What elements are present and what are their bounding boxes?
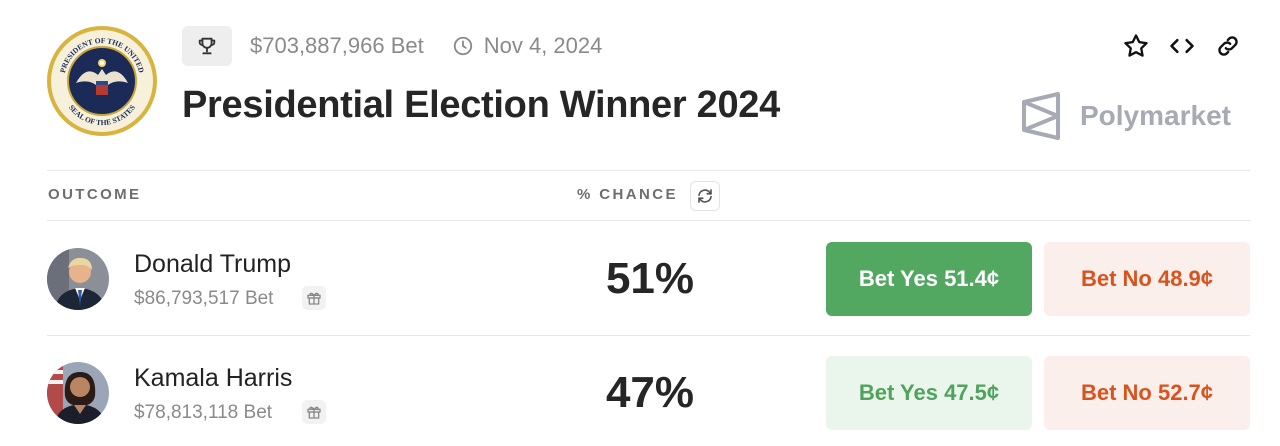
market-meta: $703,887,966 Bet Nov 4, 2024 [182, 26, 602, 66]
favorite-button[interactable] [1120, 30, 1152, 62]
outcome-chance: 47% [605, 368, 695, 417]
embed-code-icon [1170, 38, 1194, 54]
outcome-volume: $86,793,517 Bet [134, 288, 274, 309]
refresh-button[interactable] [690, 181, 720, 211]
chance-column-header: % CHANCE [577, 186, 678, 203]
bet-no-button[interactable]: Bet No 48.9¢ [1044, 242, 1250, 316]
avatar [47, 248, 109, 310]
avatar [47, 362, 109, 424]
outcome-volume: $78,813,118 Bet [134, 402, 273, 423]
link-icon [1218, 36, 1238, 56]
presidential-seal-icon: PRESIDENT OF THE UNITED SEAL OF THE STAT… [46, 25, 158, 137]
bet-no-button[interactable]: Bet No 52.7¢ [1044, 356, 1250, 430]
brand-name: Polymarket [1080, 100, 1231, 131]
trophy-badge [182, 26, 232, 66]
bet-yes-button[interactable]: Bet Yes 51.4¢ [826, 242, 1032, 316]
refresh-icon [698, 189, 712, 203]
gift-icon [307, 292, 321, 305]
polymarket-brand[interactable]: Polymarket [1020, 92, 1231, 140]
gift-icon [307, 406, 321, 419]
outcome-name: Donald Trump [134, 250, 292, 278]
page-title: Presidential Election Winner 2024 [182, 84, 780, 126]
bet-yes-button[interactable]: Bet Yes 47.5¢ [826, 356, 1032, 430]
star-icon [1124, 34, 1148, 57]
gift-button[interactable] [302, 286, 326, 310]
end-date: Nov 4, 2024 [483, 33, 603, 58]
copy-link-button[interactable] [1212, 30, 1244, 62]
divider [47, 170, 1250, 171]
embed-button[interactable] [1166, 30, 1198, 62]
outcome-column-header: OUTCOME [48, 186, 142, 203]
divider [47, 220, 1250, 221]
market-actions [1120, 30, 1244, 62]
outcome-name: Kamala Harris [134, 364, 293, 392]
gift-button[interactable] [302, 400, 326, 424]
total-volume: $703,887,966 Bet [250, 33, 424, 58]
clock-icon [452, 35, 474, 57]
outcome-chance: 51% [605, 254, 695, 303]
trophy-icon [198, 37, 216, 55]
divider [47, 335, 1250, 336]
polymarket-logo-icon [1022, 92, 1060, 140]
